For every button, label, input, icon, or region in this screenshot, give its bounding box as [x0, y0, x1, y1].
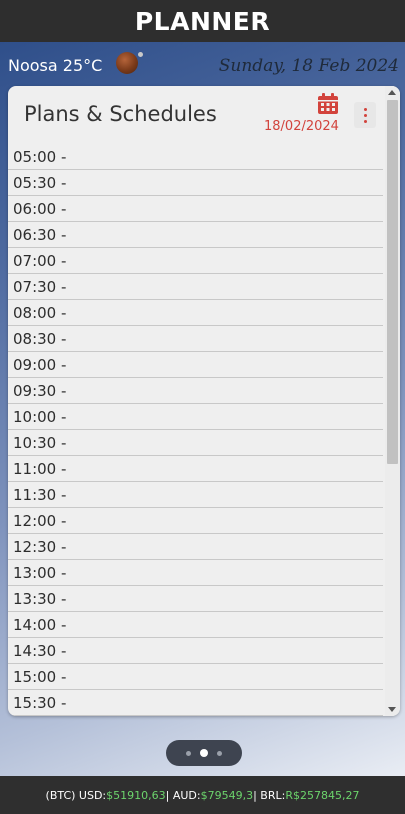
time-slot-row[interactable]: 11:30 - — [8, 482, 383, 508]
top-bar: PLANNER — [0, 0, 405, 42]
time-slot-row[interactable]: 06:30 - — [8, 222, 383, 248]
card-title: Plans & Schedules — [24, 102, 217, 126]
time-slot-row[interactable]: 13:00 - — [8, 560, 383, 586]
time-slot-row[interactable]: 15:30 - — [8, 690, 383, 716]
time-slot-row[interactable]: 14:00 - — [8, 612, 383, 638]
ticker-separator-aud: | AUD: — [165, 788, 201, 802]
time-slot-row[interactable]: 12:00 - — [8, 508, 383, 534]
page-dot[interactable] — [200, 749, 208, 757]
page-dot[interactable] — [217, 750, 222, 756]
time-slot-row[interactable]: 11:00 - — [8, 456, 383, 482]
scroll-up-arrow[interactable] — [388, 90, 396, 95]
time-slot-row[interactable]: 08:30 - — [8, 326, 383, 352]
app-title: PLANNER — [134, 6, 271, 36]
time-slot-row[interactable]: 07:00 - — [8, 248, 383, 274]
ticker-separator-brl: | BRL: — [253, 788, 286, 802]
scroll-thumb[interactable] — [387, 100, 398, 464]
ticker-usd-value: $51910,63 — [106, 788, 166, 802]
time-slot-row[interactable]: 14:30 - — [8, 638, 383, 664]
schedule-card: Plans & Schedules 18/02/2024 05:00 -05:3… — [8, 86, 400, 716]
time-slot-row[interactable]: 07:30 - — [8, 274, 383, 300]
selected-date[interactable]: 18/02/2024 — [264, 119, 339, 134]
currency-ticker: (BTC) USD: $51910,63 | AUD: $79549,3 | B… — [0, 776, 405, 814]
time-slot-row[interactable]: 08:00 - — [8, 300, 383, 326]
page-dot[interactable] — [186, 750, 191, 756]
time-slot-row[interactable]: 10:30 - — [8, 430, 383, 456]
ticker-aud-value: $79549,3 — [200, 788, 254, 802]
calendar-icon[interactable] — [316, 92, 340, 116]
time-slot-row[interactable]: 09:00 - — [8, 352, 383, 378]
ticker-brl-value: R$257845,27 — [285, 788, 360, 802]
time-slot-row[interactable]: 06:00 - — [8, 196, 383, 222]
weather-icon — [116, 51, 144, 74]
ticker-prefix: (BTC) USD: — [45, 788, 107, 802]
page-indicator[interactable] — [166, 740, 242, 766]
time-slot-row[interactable]: 05:30 - — [8, 170, 383, 196]
weather-text: Noosa 25°C — [8, 56, 103, 75]
time-slot-row[interactable]: 15:00 - — [8, 664, 383, 690]
time-slot-list: 05:00 -05:30 -06:00 -06:30 -07:00 -07:30… — [8, 144, 383, 716]
weather-widget: Noosa 25°C — [8, 51, 144, 75]
scroll-down-arrow[interactable] — [388, 707, 396, 712]
time-slot-row[interactable]: 13:30 - — [8, 586, 383, 612]
time-slot-row[interactable]: 12:30 - — [8, 534, 383, 560]
scrollbar[interactable] — [385, 86, 400, 716]
time-slot-row[interactable]: 10:00 - — [8, 404, 383, 430]
current-date: Sunday, 18 Feb 2024 — [218, 56, 399, 76]
time-slot-row[interactable]: 09:30 - — [8, 378, 383, 404]
more-vertical-icon[interactable] — [354, 102, 376, 128]
time-slot-row[interactable]: 05:00 - — [8, 144, 383, 170]
